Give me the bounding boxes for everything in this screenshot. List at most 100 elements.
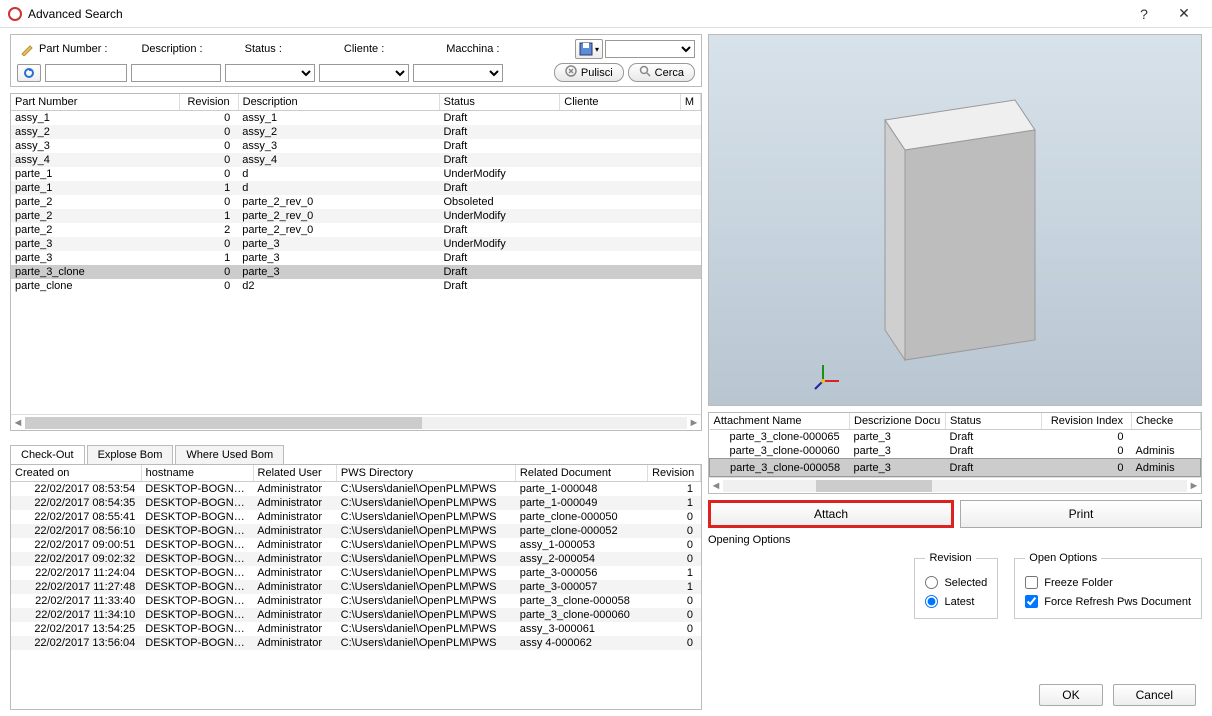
col-related-user[interactable]: Related User: [253, 465, 336, 482]
table-row[interactable]: 22/02/2017 08:55:41DESKTOP-BOGNEDVAdmini…: [11, 510, 701, 524]
refresh-icon[interactable]: [17, 64, 41, 82]
attach-button[interactable]: Attach: [708, 500, 954, 528]
scroll-left-icon[interactable]: ◄: [11, 416, 25, 430]
table-row[interactable]: parte_21parte_2_rev_0UnderModify: [11, 209, 701, 223]
table-row[interactable]: parte_20parte_2_rev_0Obsoleted: [11, 195, 701, 209]
tab-checkout[interactable]: Check-Out: [10, 445, 85, 464]
table-row[interactable]: assy_20assy_2Draft: [11, 125, 701, 139]
table-row[interactable]: assy_10assy_1Draft: [11, 111, 701, 125]
checkbox-freeze-input[interactable]: [1025, 576, 1038, 589]
tab-bar: Check-Out Explose Bom Where Used Bom: [10, 445, 702, 464]
description-input[interactable]: [131, 64, 221, 82]
save-icon[interactable]: ▾: [575, 39, 603, 59]
table-row[interactable]: parte_3_clone-000060parte_3Draft0Adminis: [710, 444, 1201, 459]
part-number-input[interactable]: [45, 64, 127, 82]
col-attach-status[interactable]: Status: [946, 413, 1042, 430]
attachments-header[interactable]: Attachment Name Descrizione Docu Status …: [710, 413, 1201, 430]
col-cliente[interactable]: Cliente: [560, 94, 681, 111]
radio-latest[interactable]: Latest: [925, 595, 987, 608]
table-row[interactable]: 22/02/2017 11:34:10DESKTOP-BOGNEDVAdmini…: [11, 608, 701, 622]
col-attach-desc[interactable]: Descrizione Docu: [850, 413, 946, 430]
preview-3d[interactable]: [708, 34, 1202, 406]
radio-latest-input[interactable]: [925, 595, 938, 608]
attachments-hscroll[interactable]: ◄ ►: [709, 477, 1201, 493]
checkbox-freeze[interactable]: Freeze Folder: [1025, 576, 1191, 589]
col-checkout-revision[interactable]: Revision: [648, 465, 701, 482]
radio-selected[interactable]: Selected: [925, 576, 987, 589]
col-m[interactable]: M: [680, 94, 700, 111]
table-row[interactable]: parte_3_clone-000058parte_3Draft0Adminis: [710, 459, 1201, 477]
status-select[interactable]: [225, 64, 315, 82]
table-row[interactable]: parte_10dUnderModify: [11, 167, 701, 181]
saved-search-select[interactable]: [605, 40, 695, 58]
col-related-doc[interactable]: Related Document: [515, 465, 647, 482]
app-logo-icon: [8, 7, 22, 21]
table-row[interactable]: parte_22parte_2_rev_0Draft: [11, 223, 701, 237]
table-row[interactable]: parte_clone0d2Draft: [11, 279, 701, 293]
radio-selected-input[interactable]: [925, 576, 938, 589]
table-row[interactable]: parte_3_clone-000065parte_3Draft0: [710, 430, 1201, 445]
ok-button[interactable]: OK: [1039, 684, 1102, 706]
col-hostname[interactable]: hostname: [141, 465, 253, 482]
col-attach-revindex[interactable]: Revision Index: [1042, 413, 1132, 430]
help-button[interactable]: ?: [1124, 0, 1164, 28]
scroll-right-icon[interactable]: ►: [1187, 479, 1201, 493]
table-row[interactable]: assy_30assy_3Draft: [11, 139, 701, 153]
table-row[interactable]: assy_40assy_4Draft: [11, 153, 701, 167]
table-row[interactable]: 22/02/2017 08:56:10DESKTOP-BOGNEDVAdmini…: [11, 524, 701, 538]
table-row[interactable]: parte_11dDraft: [11, 181, 701, 195]
label-macchina: Macchina :: [446, 43, 499, 55]
col-revision[interactable]: Revision: [180, 94, 238, 111]
table-row[interactable]: 22/02/2017 11:33:40DESKTOP-BOGNEDVAdmini…: [11, 594, 701, 608]
revision-legend: Revision: [925, 552, 975, 564]
close-button[interactable]: ✕: [1164, 0, 1204, 28]
clear-icon: [565, 65, 577, 80]
col-created[interactable]: Created on: [11, 465, 141, 482]
table-row[interactable]: 22/02/2017 09:02:32DESKTOP-BOGNEDVAdmini…: [11, 552, 701, 566]
scroll-right-icon[interactable]: ►: [687, 416, 701, 430]
table-row[interactable]: 22/02/2017 08:54:35DESKTOP-BOGNEDVAdmini…: [11, 496, 701, 510]
col-attach-checked[interactable]: Checke: [1132, 413, 1201, 430]
table-row[interactable]: parte_31parte_3Draft: [11, 251, 701, 265]
cancel-button[interactable]: Cancel: [1113, 684, 1196, 706]
cliente-select[interactable]: [319, 64, 409, 82]
results-hscroll[interactable]: ◄ ►: [11, 414, 701, 430]
open-options-fieldset: Open Options Freeze Folder Force Refresh…: [1014, 552, 1202, 619]
scroll-left-icon[interactable]: ◄: [709, 479, 723, 493]
results-table: Part Number Revision Description Status …: [10, 93, 702, 431]
table-row[interactable]: 22/02/2017 13:56:04DESKTOP-BOGNEDVAdmini…: [11, 636, 701, 650]
label-description: Description :: [141, 43, 202, 55]
table-row[interactable]: parte_30parte_3UnderModify: [11, 237, 701, 251]
col-status[interactable]: Status: [439, 94, 560, 111]
window-title: Advanced Search: [28, 7, 1124, 21]
table-row[interactable]: 22/02/2017 09:00:51DESKTOP-BOGNEDVAdmini…: [11, 538, 701, 552]
checkbox-force-refresh[interactable]: Force Refresh Pws Document: [1025, 595, 1191, 608]
print-button[interactable]: Print: [960, 500, 1202, 528]
wand-icon[interactable]: [17, 40, 37, 58]
opening-options-label: Opening Options: [708, 534, 1202, 546]
axis-triad-icon: [813, 361, 843, 391]
label-status: Status :: [245, 43, 282, 55]
cerca-button[interactable]: Cerca: [628, 63, 695, 82]
col-pws-dir[interactable]: PWS Directory: [336, 465, 515, 482]
checkbox-force-input[interactable]: [1025, 595, 1038, 608]
macchina-select[interactable]: [413, 64, 503, 82]
checkout-header[interactable]: Created on hostname Related User PWS Dir…: [11, 465, 701, 482]
pulisci-button[interactable]: Pulisci: [554, 63, 624, 82]
revision-fieldset: Revision Selected Latest: [914, 552, 998, 619]
table-row[interactable]: 22/02/2017 08:53:54DESKTOP-BOGNEDVAdmini…: [11, 482, 701, 496]
table-row[interactable]: 22/02/2017 11:27:48DESKTOP-BOGNEDVAdmini…: [11, 580, 701, 594]
results-header[interactable]: Part Number Revision Description Status …: [11, 94, 701, 111]
col-part-number[interactable]: Part Number: [11, 94, 180, 111]
label-cliente: Cliente :: [344, 43, 384, 55]
tab-explose-bom[interactable]: Explose Bom: [87, 445, 174, 464]
table-row[interactable]: parte_3_clone0parte_3Draft: [11, 265, 701, 279]
label-part-number: Part Number :: [39, 43, 107, 55]
preview-cube-icon: [805, 50, 1105, 390]
tab-where-used-bom[interactable]: Where Used Bom: [175, 445, 284, 464]
title-bar: Advanced Search ? ✕: [0, 0, 1212, 28]
table-row[interactable]: 22/02/2017 11:24:04DESKTOP-BOGNEDVAdmini…: [11, 566, 701, 580]
table-row[interactable]: 22/02/2017 13:54:25DESKTOP-BOGNEDVAdmini…: [11, 622, 701, 636]
col-description[interactable]: Description: [238, 94, 439, 111]
col-attach-name[interactable]: Attachment Name: [710, 413, 850, 430]
